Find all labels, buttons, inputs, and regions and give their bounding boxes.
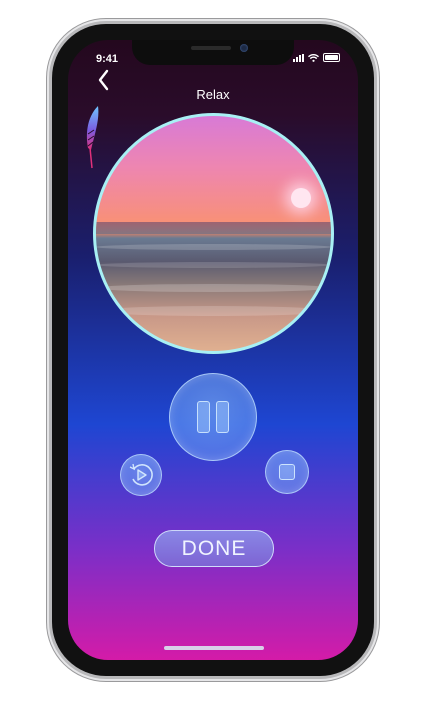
wave — [96, 244, 331, 250]
feather-icon — [86, 106, 99, 169]
artwork-image — [93, 113, 334, 354]
cellular-signal-icon — [293, 53, 304, 62]
battery-icon — [323, 53, 340, 62]
done-button[interactable]: DONE — [154, 530, 274, 567]
wave — [96, 306, 331, 316]
replay-button[interactable] — [120, 454, 162, 496]
stop-button[interactable] — [265, 450, 309, 494]
wifi-icon — [308, 53, 319, 62]
front-camera — [240, 44, 248, 52]
wave — [96, 284, 331, 292]
app-screen: 9:41 Relax DONE — [68, 40, 358, 660]
volume-down-button — [47, 216, 51, 262]
sun — [291, 188, 311, 208]
volume-up-button — [47, 158, 51, 204]
silent-switch — [47, 112, 51, 138]
horizon — [96, 222, 331, 234]
pause-icon — [194, 401, 232, 433]
pause-button[interactable] — [169, 373, 257, 461]
status-time: 9:41 — [96, 53, 119, 65]
replay-icon — [129, 463, 153, 486]
stop-icon — [279, 464, 295, 480]
wave — [96, 262, 331, 268]
speaker-grille — [191, 46, 231, 50]
home-indicator[interactable] — [164, 646, 264, 650]
page-title: Relax — [196, 87, 230, 102]
notch — [132, 40, 294, 65]
status-icons — [293, 53, 340, 62]
power-button — [374, 178, 378, 248]
